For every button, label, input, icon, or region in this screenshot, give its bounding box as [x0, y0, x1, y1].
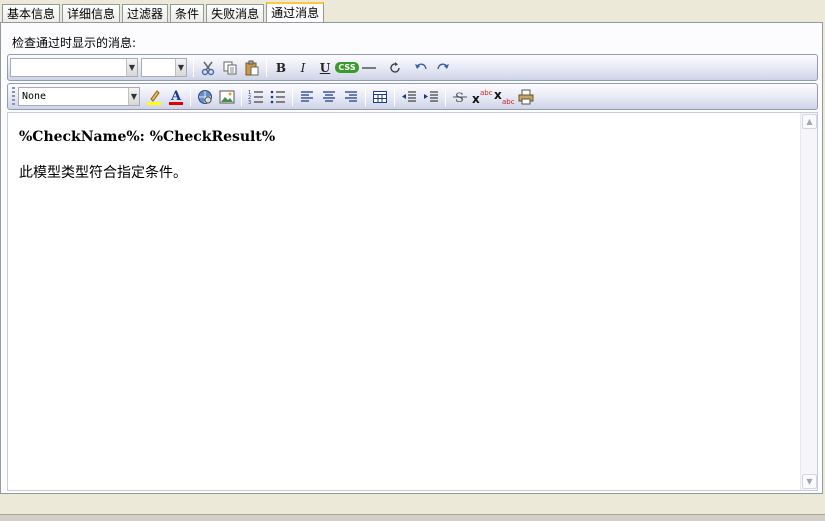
chevron-down-icon[interactable]: ▼ [126, 59, 137, 76]
cut-button[interactable] [197, 57, 219, 78]
toolbar-separator [394, 87, 395, 106]
message-dialog: 基本信息 详细信息 过滤器 条件 失败消息 通过消息 检查通过时显示的消息: ▼… [0, 0, 825, 521]
indent-button[interactable] [420, 86, 442, 107]
align-left-icon [301, 90, 313, 102]
paste-icon [245, 60, 259, 75]
chevron-down-icon: ▼ [806, 477, 813, 486]
table-icon [373, 90, 387, 103]
horizontal-rule-button[interactable] [358, 57, 380, 78]
editor-content[interactable]: %CheckName%: %CheckResult% 此模型类型符合指定条件。 [19, 129, 797, 182]
pass-message-panel: 检查通过时显示的消息: ▼ ▼ B I U CSS None ▼ A 1 2 3… [0, 22, 823, 494]
chevron-down-icon[interactable]: ▼ [128, 88, 139, 105]
chevron-down-icon[interactable]: ▼ [175, 59, 186, 76]
redo-icon [437, 63, 449, 69]
globe-link-icon [198, 89, 212, 104]
toolbar-separator [190, 87, 191, 106]
align-center-button[interactable] [318, 86, 340, 107]
svg-text:abc: abc [502, 98, 515, 105]
toolbar-separator [241, 87, 242, 106]
toolbar-separator [365, 87, 366, 106]
outdent-icon [402, 90, 416, 102]
svg-text:abc: abc [480, 89, 493, 97]
strikethrough-icon: S [453, 91, 467, 105]
panel-caption: 检查通过时显示的消息: [12, 36, 137, 50]
indent-icon [424, 90, 438, 102]
scroll-up-button[interactable]: ▲ [802, 114, 817, 129]
undo-button[interactable] [410, 57, 432, 78]
message-body: 此模型类型符合指定条件。 [19, 165, 187, 181]
message-editor[interactable]: %CheckName%: %CheckResult% 此模型类型符合指定条件。 … [7, 112, 818, 491]
scroll-down-button[interactable]: ▼ [802, 474, 817, 489]
tab-conditions[interactable]: 条件 [170, 4, 205, 23]
font-family-select[interactable]: ▼ [10, 58, 138, 77]
message-heading: %CheckName%: %CheckResult% [19, 129, 276, 145]
redo-button[interactable] [432, 57, 454, 78]
format-toolbar: ▼ ▼ B I U CSS [7, 54, 818, 81]
bulleted-list-icon [270, 90, 285, 103]
toolbar-separator [445, 87, 446, 106]
bold-button[interactable]: B [270, 57, 292, 78]
font-size-select[interactable]: ▼ [141, 58, 187, 77]
numbered-list-button[interactable]: 123 [245, 86, 267, 107]
tab-filter[interactable]: 过滤器 [122, 4, 169, 23]
svg-text:A: A [170, 89, 182, 104]
svg-text:S: S [455, 91, 464, 105]
copy-icon [223, 61, 237, 74]
align-right-button[interactable] [340, 86, 362, 107]
toolbar-separator [193, 58, 194, 77]
insert-image-button[interactable] [216, 86, 238, 107]
highlighter-icon [147, 89, 161, 105]
copy-button[interactable] [219, 57, 241, 78]
superscript-icon: x abc [472, 89, 493, 105]
svg-text:3: 3 [248, 100, 251, 105]
align-left-button[interactable] [296, 86, 318, 107]
subscript-icon: x abc [494, 89, 515, 105]
strikethrough-button[interactable]: S [449, 86, 471, 107]
superscript-button[interactable]: x abc [471, 86, 493, 107]
svg-text:x: x [494, 89, 502, 102]
font-color-icon: A [169, 89, 183, 105]
bulleted-list-button[interactable] [267, 86, 289, 107]
print-button[interactable] [515, 86, 537, 107]
css-button[interactable]: CSS [335, 57, 359, 78]
tab-pass-message[interactable]: 通过消息 [266, 2, 325, 23]
tab-basic-info[interactable]: 基本信息 [2, 4, 61, 23]
italic-button[interactable]: I [292, 57, 314, 78]
status-bar [0, 514, 825, 521]
svg-text:x: x [472, 92, 480, 105]
align-center-icon [323, 90, 335, 102]
horizontal-rule-icon [362, 66, 376, 69]
insert-table-button[interactable] [369, 86, 391, 107]
style-select[interactable]: None ▼ [18, 87, 140, 106]
toolbar-separator [292, 87, 293, 106]
image-icon [219, 90, 235, 103]
highlight-color-button[interactable] [143, 86, 165, 107]
paragraph-toolbar: None ▼ A 123 S x abc x abc [7, 83, 818, 110]
font-color-button[interactable]: A [165, 86, 187, 107]
scissors-icon [201, 61, 215, 75]
subscript-button[interactable]: x abc [493, 86, 515, 107]
insert-link-button[interactable] [194, 86, 216, 107]
tab-details[interactable]: 详细信息 [62, 4, 121, 23]
numbered-list-icon: 123 [248, 90, 263, 105]
undo-icon [415, 63, 427, 69]
align-right-icon [345, 90, 357, 102]
toolbar-separator [266, 58, 267, 77]
tab-bar: 基本信息 详细信息 过滤器 条件 失败消息 通过消息 [2, 2, 326, 23]
printer-icon [518, 89, 534, 104]
refresh-button[interactable] [384, 57, 406, 78]
style-value: None [22, 91, 47, 102]
refresh-icon [390, 61, 400, 73]
paste-button[interactable] [241, 57, 263, 78]
tab-fail-message[interactable]: 失败消息 [206, 4, 265, 23]
vertical-scrollbar[interactable]: ▲ ▼ [800, 113, 817, 490]
underline-button[interactable]: U [314, 57, 336, 78]
css-badge: CSS [335, 62, 359, 73]
chevron-up-icon: ▲ [806, 117, 813, 126]
outdent-button[interactable] [398, 86, 420, 107]
toolbar-grip[interactable] [12, 87, 15, 106]
